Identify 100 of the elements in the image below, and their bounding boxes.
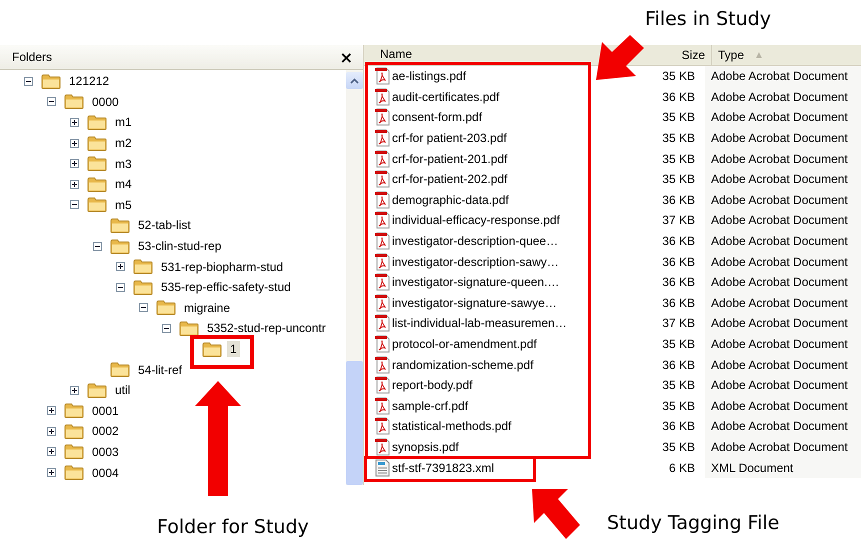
file-type: Adobe Acrobat Document xyxy=(705,292,861,314)
expand-toggle[interactable] xyxy=(70,180,79,189)
folder-icon xyxy=(133,259,153,274)
column-header[interactable]: Name xyxy=(380,47,412,61)
file-type: Adobe Acrobat Document xyxy=(705,230,861,252)
file-type: XML Document xyxy=(705,457,861,478)
pdf-file-icon xyxy=(374,335,390,354)
scrollbar-thumb[interactable] xyxy=(346,361,363,485)
file-name[interactable]: randomization-scheme.pdf xyxy=(392,358,534,372)
file-name[interactable]: sample-crf.pdf xyxy=(392,398,468,413)
file-size: 36 KB xyxy=(661,419,696,434)
expand-toggle[interactable] xyxy=(47,406,56,416)
file-size: 35 KB xyxy=(661,172,696,186)
file-type: Adobe Acrobat Document xyxy=(705,313,861,334)
file-size: 36 KB xyxy=(661,358,696,372)
collapse-toggle[interactable] xyxy=(93,242,102,251)
folder-label[interactable]: 1 xyxy=(227,341,240,358)
file-name[interactable]: investigator-description-sawy… xyxy=(392,254,559,269)
file-type: Adobe Acrobat Document xyxy=(705,210,861,231)
file-size: 36 KB xyxy=(661,275,696,290)
expand-toggle[interactable] xyxy=(70,386,79,395)
folder-label[interactable]: 54-lit-ref xyxy=(135,362,186,378)
file-type: Adobe Acrobat Document xyxy=(705,251,861,272)
pdf-file-icon xyxy=(374,252,390,271)
column-header[interactable]: Type xyxy=(718,48,744,62)
folder-label[interactable]: m2 xyxy=(112,135,135,152)
expand-toggle[interactable] xyxy=(47,447,56,456)
file-size: 36 KB xyxy=(661,90,696,104)
expand-toggle[interactable] xyxy=(70,118,79,127)
file-name[interactable]: synopsis.pdf xyxy=(392,440,459,454)
folder-label[interactable]: 121212 xyxy=(66,73,112,90)
folder-label[interactable]: 0002 xyxy=(89,423,122,440)
folder-icon xyxy=(110,218,130,233)
expand-toggle[interactable] xyxy=(116,262,125,272)
pdf-file-icon xyxy=(374,232,390,250)
file-name[interactable]: investigator-signature-queen.… xyxy=(392,275,560,290)
file-name[interactable]: crf-for patient-203.pdf xyxy=(392,131,507,146)
file-name[interactable]: protocol-or-amendment.pdf xyxy=(392,337,537,352)
highlight-frame xyxy=(190,335,254,369)
file-name[interactable]: report-body.pdf xyxy=(392,378,472,392)
folder-label[interactable]: m3 xyxy=(112,156,135,172)
file-name[interactable]: individual-efficacy-response.pdf xyxy=(392,213,560,228)
file-size: 35 KB xyxy=(661,337,696,352)
folder-icon xyxy=(202,342,222,357)
collapse-toggle[interactable] xyxy=(70,200,79,210)
folder-label[interactable]: 0003 xyxy=(89,444,122,460)
folder-label[interactable]: 53-clin-stud-rep xyxy=(135,238,224,254)
folder-label[interactable]: migraine xyxy=(181,300,234,316)
file-name[interactable]: crf-for-patient-202.pdf xyxy=(392,172,508,186)
collapse-toggle[interactable] xyxy=(162,324,171,333)
pane-title: Folders xyxy=(12,50,52,64)
folder-label[interactable]: 5352-stud-rep-uncontr xyxy=(204,320,329,336)
file-name[interactable]: consent-form.pdf xyxy=(392,110,482,124)
folder-label[interactable]: 531-rep-biopharm-stud xyxy=(158,258,286,275)
file-name[interactable]: crf-for-patient-201.pdf xyxy=(392,152,508,166)
pdf-file-icon xyxy=(374,294,390,312)
file-size: 35 KB xyxy=(661,110,696,124)
folder-icon xyxy=(156,300,176,316)
file-name[interactable]: investigator-signature-sawye… xyxy=(392,296,557,310)
file-size: 37 KB xyxy=(661,316,696,330)
collapse-toggle[interactable] xyxy=(24,76,33,86)
expand-toggle[interactable] xyxy=(47,426,56,436)
file-type: Adobe Acrobat Document xyxy=(705,128,861,148)
file-size: 35 KB xyxy=(661,69,696,84)
file-type: Adobe Acrobat Document xyxy=(705,354,861,375)
collapse-toggle[interactable] xyxy=(116,282,125,292)
expand-toggle[interactable] xyxy=(47,468,56,478)
folder-label[interactable]: m5 xyxy=(112,196,135,213)
file-name[interactable]: statistical-methods.pdf xyxy=(392,419,512,434)
xml-file-icon xyxy=(374,458,390,477)
folder-label[interactable]: 535-rep-effic-safety-stud xyxy=(158,279,294,296)
expand-toggle[interactable] xyxy=(70,159,79,168)
collapse-toggle[interactable] xyxy=(139,303,148,312)
file-type: Adobe Acrobat Document xyxy=(705,168,861,190)
file-name[interactable]: investigator-description-quee… xyxy=(392,234,558,248)
folder-label[interactable]: util xyxy=(112,382,134,398)
folder-icon xyxy=(87,136,107,151)
folder-label[interactable]: 52-tab-list xyxy=(135,217,194,234)
file-name[interactable]: list-individual-lab-measuremen… xyxy=(392,316,567,330)
expand-toggle[interactable] xyxy=(70,138,79,148)
folder-icon xyxy=(179,320,199,336)
collapse-toggle[interactable] xyxy=(47,97,56,106)
file-type: Adobe Acrobat Document xyxy=(705,396,861,416)
file-type: Adobe Acrobat Document xyxy=(705,66,861,87)
file-name[interactable]: audit-certificates.pdf xyxy=(392,90,500,104)
file-type: Adobe Acrobat Document xyxy=(705,190,861,210)
close-button[interactable]: × xyxy=(336,48,357,66)
file-name[interactable]: demographic-data.pdf xyxy=(392,192,509,207)
scroll-up-button[interactable] xyxy=(346,72,363,89)
folder-icon xyxy=(64,94,84,110)
column-header[interactable]: Size xyxy=(682,48,705,62)
file-size: 6 KB xyxy=(668,460,696,475)
file-name[interactable]: ae-listings.pdf xyxy=(392,69,466,84)
file-name[interactable]: stf-stf-7391823.xml xyxy=(392,460,494,475)
folder-label[interactable]: 0004 xyxy=(89,464,122,481)
folder-label[interactable]: 0001 xyxy=(89,402,122,419)
folder-label[interactable]: m1 xyxy=(112,114,135,130)
folder-label[interactable]: 0000 xyxy=(89,94,122,110)
folder-label[interactable]: m4 xyxy=(112,176,135,192)
folder-icon xyxy=(87,114,107,130)
